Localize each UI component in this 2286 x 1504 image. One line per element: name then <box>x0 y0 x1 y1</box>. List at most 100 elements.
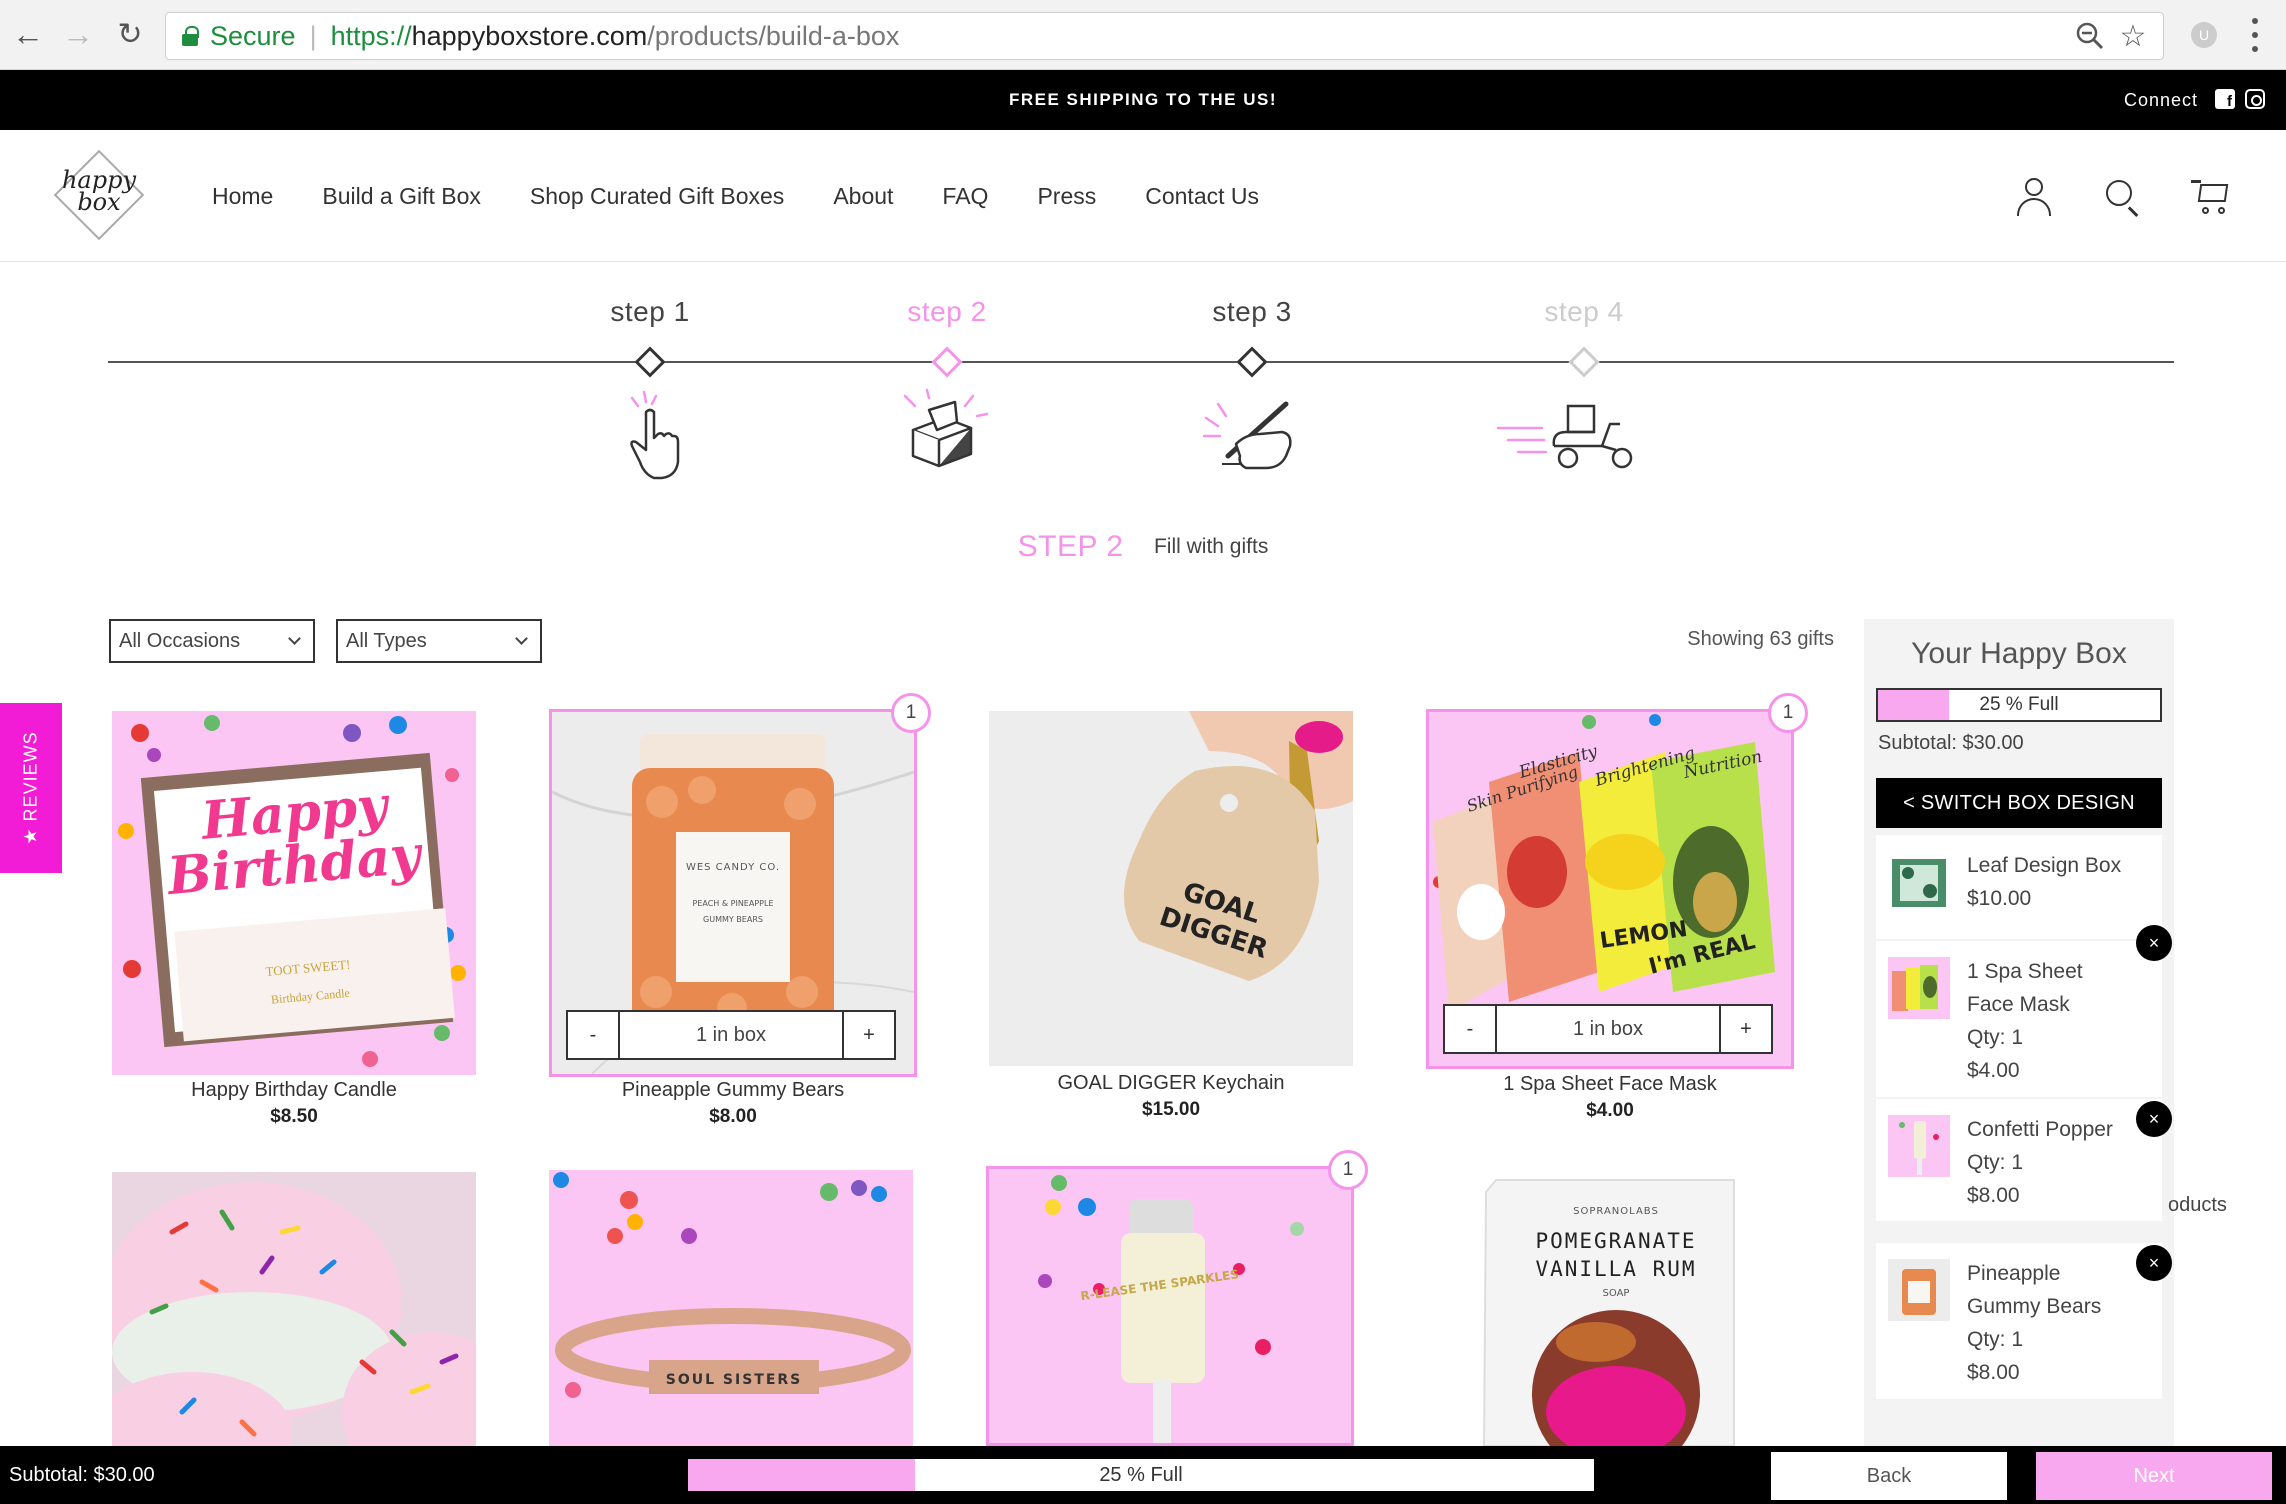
step-progress: step 1 step 2 step 3 step 4 <box>0 262 2286 512</box>
remove-item-button[interactable]: × <box>2136 1101 2172 1137</box>
url-scheme: https:// <box>330 20 412 51</box>
chevron-down-icon <box>288 632 301 645</box>
box-design-item: Leaf Design Box $10.00 <box>1876 835 2162 939</box>
reload-icon[interactable]: ↻ <box>110 14 150 54</box>
step-1-marker <box>634 346 666 378</box>
facebook-icon[interactable]: f <box>2215 89 2235 109</box>
free-shipping-text: FREE SHIPPING TO THE US! <box>1008 90 1278 109</box>
reviews-tab[interactable]: ★ REVIEWS <box>0 703 62 873</box>
switch-box-design-button[interactable]: < SWITCH BOX DESIGN <box>1876 778 2162 828</box>
quantity-badge: 1 <box>1768 693 1808 733</box>
site-header: happy box Home Build a Gift Box Shop Cura… <box>0 130 2286 262</box>
lock-icon <box>182 26 199 46</box>
announcement-bar: FREE SHIPPING TO THE US! Connect f <box>0 70 2286 130</box>
open-box-icon <box>897 384 997 484</box>
step-2-marker <box>931 346 963 378</box>
address-bar[interactable]: Secure | https://happyboxstore.com/produ… <box>165 12 2164 60</box>
remove-item-button[interactable]: × <box>2136 925 2172 961</box>
product-price: $15.00 <box>1141 1099 1201 1120</box>
nav-press[interactable]: Press <box>1037 183 1096 210</box>
happy-box-logo[interactable]: happy box <box>53 149 145 241</box>
connect-label: Connect <box>2124 90 2199 110</box>
quantity-stepper[interactable]: - 1 in box + <box>1443 1004 1773 1054</box>
soap-line-1: POMEGRANATE <box>1535 1229 1696 1253</box>
decrease-button[interactable]: - <box>1445 1006 1495 1052</box>
decrease-button[interactable]: - <box>568 1012 618 1058</box>
item-thumbnail <box>1888 957 1950 1019</box>
back-arrow-icon[interactable]: ← <box>8 14 48 54</box>
bracelet-text: SOUL SISTERS <box>666 1372 803 1388</box>
pointing-hand-icon <box>600 384 700 484</box>
item-name-line1: Pineapple <box>1967 1262 2061 1285</box>
box-fill-label: 25 % Full <box>1979 694 2059 715</box>
occasion-select[interactable]: All Occasions <box>109 619 315 663</box>
reviews-tab-label: ★ REVIEWS <box>20 731 41 845</box>
cart-icon[interactable] <box>2190 176 2232 218</box>
step-1-label: step 1 <box>610 296 690 327</box>
increase-button[interactable]: + <box>1721 1006 1771 1052</box>
type-select-value: All Types <box>346 630 427 652</box>
in-box-count: 1 in box <box>618 1012 844 1058</box>
gummy-label-3: GUMMY BEARS <box>703 915 763 924</box>
in-box-count: 1 in box <box>1495 1006 1721 1052</box>
nav-shop-curated[interactable]: Shop Curated Gift Boxes <box>530 183 784 210</box>
product-price: $8.00 <box>709 1106 757 1127</box>
secure-label: Secure <box>210 20 296 51</box>
bottom-fill-progress: 25 % Full <box>688 1459 1594 1491</box>
nav-build-a-gift-box[interactable]: Build a Gift Box <box>322 183 481 210</box>
account-icon[interactable] <box>2013 176 2055 218</box>
nav-faq[interactable]: FAQ <box>942 183 988 210</box>
instagram-icon[interactable] <box>2245 89 2265 109</box>
item-qty: Qty: 1 <box>1967 1026 2024 1049</box>
item-name-line1: 1 Spa Sheet <box>1967 960 2083 983</box>
product-name: GOAL DIGGER Keychain <box>1057 1072 1285 1094</box>
product-image[interactable]: SOPRANOLABS POMEGRANATE VANILLA RUM SOAP <box>1426 1172 1790 1446</box>
item-qty: Qty: 1 <box>1967 1328 2024 1351</box>
writing-hand-icon <box>1202 384 1302 484</box>
quantity-stepper[interactable]: - 1 in box + <box>566 1010 896 1060</box>
step-4-marker <box>1568 346 1600 378</box>
step-heading: STEP 2 Fill with gifts <box>0 530 2286 564</box>
item-name-line2: Gummy Bears <box>1967 1295 2102 1318</box>
url-separator: | <box>309 20 317 51</box>
bookmark-star-icon[interactable]: ☆ <box>2116 19 2150 53</box>
step-4-label: step 4 <box>1544 296 1624 327</box>
browser-menu-icon[interactable] <box>2250 18 2260 52</box>
nav-home[interactable]: Home <box>212 183 273 210</box>
item-thumbnail <box>1888 1259 1950 1321</box>
zoom-icon[interactable] <box>2073 19 2107 53</box>
next-button[interactable]: Next <box>2036 1452 2272 1500</box>
forward-arrow-icon[interactable]: → <box>58 14 98 54</box>
soap-line-2: VANILLA RUM <box>1535 1257 1696 1281</box>
product-image[interactable]: Happy Birthday TOOT SWEET! Birthday Cand… <box>112 711 476 1075</box>
product-price: $4.00 <box>1586 1100 1634 1121</box>
search-icon[interactable] <box>2102 176 2144 218</box>
nav-about[interactable]: About <box>833 183 893 210</box>
step-heading-number: STEP 2 <box>1017 530 1124 563</box>
item-price: $8.00 <box>1967 1184 2020 1207</box>
step-2-label: step 2 <box>907 296 987 327</box>
extension-icon[interactable]: U <box>2191 22 2217 48</box>
increase-button[interactable]: + <box>844 1012 894 1058</box>
occasion-select-value: All Occasions <box>119 630 241 652</box>
product-image[interactable]: SOUL SISTERS <box>549 1170 913 1446</box>
product-image[interactable] <box>112 1172 476 1446</box>
sidebar-subtotal: Subtotal: $30.00 <box>1878 732 2024 754</box>
product-image[interactable]: GOAL DIGGER <box>989 711 1353 1066</box>
nav-contact-us[interactable]: Contact Us <box>1145 183 1259 210</box>
back-button[interactable]: Back <box>1771 1452 2007 1500</box>
url-host: happyboxstore.com <box>411 20 648 51</box>
logo-line2: box <box>77 188 121 216</box>
product-name: Pineapple Gummy Bears <box>621 1079 845 1101</box>
item-price: $4.00 <box>1967 1059 2020 1082</box>
item-name-line2: Face Mask <box>1967 993 2070 1016</box>
step-line <box>108 361 2174 363</box>
type-select[interactable]: All Types <box>336 619 542 663</box>
product-image[interactable]: R-LEASE THE SPARKLES <box>986 1166 1354 1446</box>
item-price: $8.00 <box>1967 1361 2020 1384</box>
showing-count: Showing 63 gifts <box>1687 628 1834 650</box>
remove-item-button[interactable]: × <box>2136 1245 2172 1281</box>
product-name: 1 Spa Sheet Face Mask <box>1503 1073 1717 1095</box>
item-name-line1: Confetti Popper <box>1967 1118 2113 1141</box>
box-design-price: $10.00 <box>1967 887 2032 910</box>
